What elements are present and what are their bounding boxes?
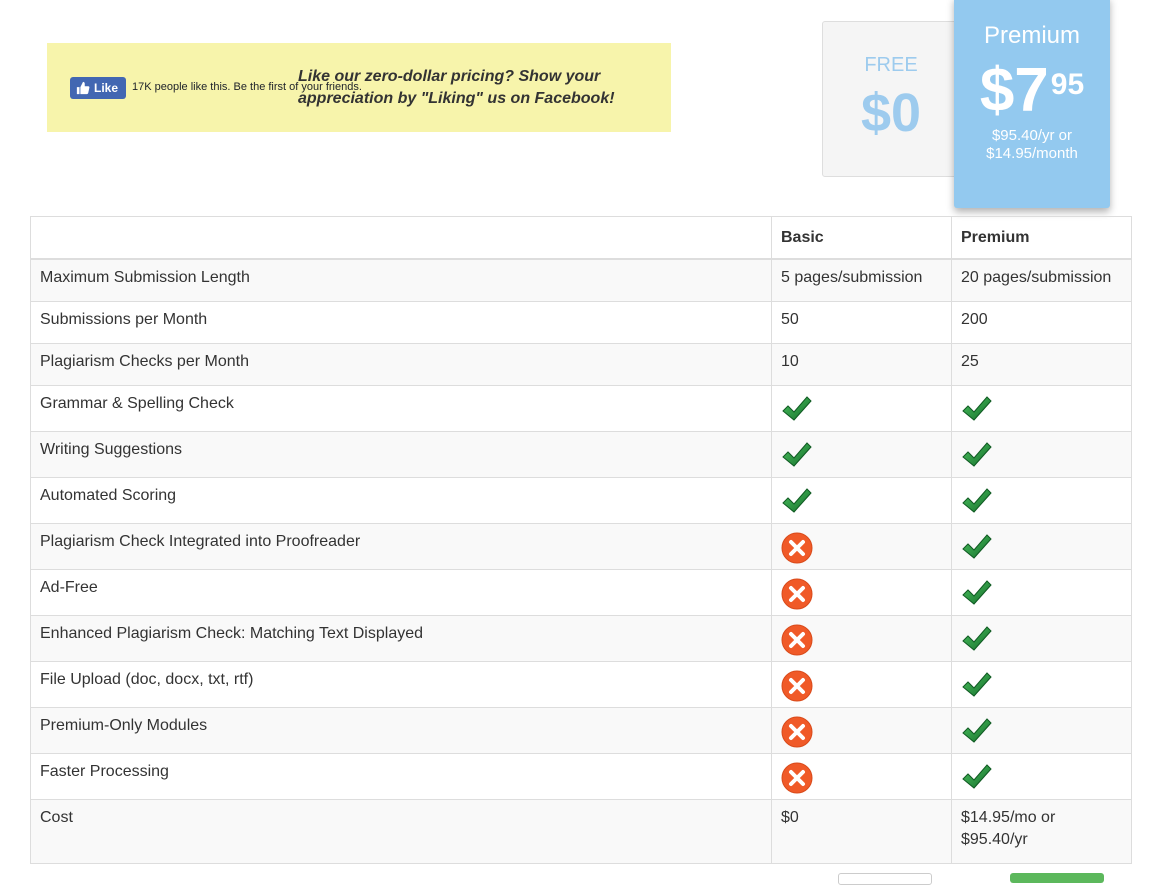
- feature-name: Submissions per Month: [30, 301, 772, 344]
- table-row: Writing Suggestions: [30, 431, 1132, 478]
- feature-name: Maximum Submission Length: [30, 258, 772, 302]
- basic-value: [771, 431, 952, 478]
- premium-value: [951, 661, 1132, 708]
- check-icon: [781, 486, 813, 518]
- thumbs-up-icon: [76, 81, 90, 95]
- table-row: File Upload (doc, docx, txt, rtf): [30, 661, 1132, 708]
- table-row: Submissions per Month 50 200: [30, 301, 1132, 344]
- premium-value: 20 pages/submission: [951, 258, 1132, 302]
- feature-name: Writing Suggestions: [30, 431, 772, 478]
- feature-name: Premium-Only Modules: [30, 707, 772, 754]
- table-row: Cost $0 $14.95/mo or $95.40/yr: [30, 799, 1132, 864]
- basic-value: [771, 707, 952, 754]
- feature-name: File Upload (doc, docx, txt, rtf): [30, 661, 772, 708]
- basic-value: [771, 615, 952, 662]
- check-icon: [961, 532, 993, 564]
- premium-price-cents: 95: [1050, 68, 1085, 101]
- feature-name: Plagiarism Checks per Month: [30, 343, 772, 386]
- check-icon: [961, 394, 993, 426]
- premium-value: [951, 431, 1132, 478]
- check-icon: [961, 578, 993, 610]
- basic-value: $0: [771, 799, 952, 864]
- check-icon: [781, 394, 813, 426]
- basic-value: 10: [771, 343, 952, 386]
- premium-plan-name: Premium: [983, 22, 1080, 49]
- feature-comparison-table: Basic Premium Maximum Submission Length 5…: [30, 216, 1132, 864]
- free-plan-name: FREE: [864, 54, 918, 76]
- cross-icon: [781, 670, 813, 702]
- table-row: Maximum Submission Length 5 pages/submiss…: [30, 258, 1132, 302]
- table-row: Grammar & Spelling Check: [30, 385, 1132, 432]
- premium-value-line1: $14.95/mo or: [961, 809, 1056, 826]
- premium-value-line2: $95.40/yr: [961, 831, 1028, 848]
- feature-name: Enhanced Plagiarism Check: Matching Text…: [30, 615, 772, 662]
- premium-price-note-yearly: $95.40/yr or: [991, 127, 1073, 144]
- basic-value: 50: [771, 301, 952, 344]
- like-label: Like: [94, 81, 119, 95]
- premium-value: $14.95/mo or $95.40/yr: [951, 799, 1132, 864]
- basic-value: [771, 661, 952, 708]
- premium-value: [951, 753, 1132, 800]
- check-icon: [961, 716, 993, 748]
- premium-price-note-monthly: $14.95/month: [986, 145, 1078, 162]
- table-row: Plagiarism Check Integrated into Proofre…: [30, 523, 1132, 570]
- premium-value: 200: [951, 301, 1132, 344]
- table-row: Faster Processing: [30, 753, 1132, 800]
- header-feature: [30, 216, 772, 260]
- table-row: Ad-Free: [30, 569, 1132, 616]
- table-row: Plagiarism Checks per Month 10 25: [30, 343, 1132, 386]
- cross-icon: [781, 624, 813, 656]
- facebook-like-banner: Like 17K people like this. Be the first …: [47, 43, 671, 132]
- feature-name: Grammar & Spelling Check: [30, 385, 772, 432]
- premium-plan-card[interactable]: Premium $7 95 $95.40/yr or $14.95/month: [954, 0, 1110, 208]
- cross-icon: [781, 532, 813, 564]
- cross-icon: [781, 716, 813, 748]
- check-icon: [781, 440, 813, 472]
- premium-value: 25: [951, 343, 1132, 386]
- premium-value: [951, 615, 1132, 662]
- feature-name: Ad-Free: [30, 569, 772, 616]
- cross-icon: [781, 762, 813, 794]
- check-icon: [961, 624, 993, 656]
- table-row: Premium-Only Modules: [30, 707, 1132, 754]
- check-icon: [961, 440, 993, 472]
- basic-value: [771, 523, 952, 570]
- free-plan-price: $0: [860, 83, 922, 143]
- table-row: Enhanced Plagiarism Check: Matching Text…: [30, 615, 1132, 662]
- feature-name: Automated Scoring: [30, 477, 772, 524]
- cross-icon: [781, 578, 813, 610]
- premium-price: $7 95: [954, 56, 1110, 126]
- basic-value: [771, 477, 952, 524]
- feature-name: Plagiarism Check Integrated into Proofre…: [30, 523, 772, 570]
- premium-price-main: $7: [979, 56, 1049, 125]
- basic-value: [771, 385, 952, 432]
- check-icon: [961, 670, 993, 702]
- feature-name: Cost: [30, 799, 772, 864]
- premium-value: [951, 523, 1132, 570]
- check-icon: [961, 486, 993, 518]
- free-plan-card[interactable]: FREE $0: [822, 21, 960, 177]
- basic-value: 5 pages/submission: [771, 258, 952, 302]
- premium-value: [951, 477, 1132, 524]
- check-icon: [961, 762, 993, 794]
- basic-value: [771, 569, 952, 616]
- basic-value: [771, 753, 952, 800]
- header-premium: Premium: [951, 216, 1132, 260]
- header-basic: Basic: [771, 216, 952, 260]
- feature-name: Faster Processing: [30, 753, 772, 800]
- facebook-message: Like our zero-dollar pricing? Show your …: [298, 68, 615, 107]
- table-row: Automated Scoring: [30, 477, 1132, 524]
- premium-value: [951, 385, 1132, 432]
- premium-value: [951, 569, 1132, 616]
- facebook-like-button[interactable]: Like: [70, 77, 127, 99]
- premium-value: [951, 707, 1132, 754]
